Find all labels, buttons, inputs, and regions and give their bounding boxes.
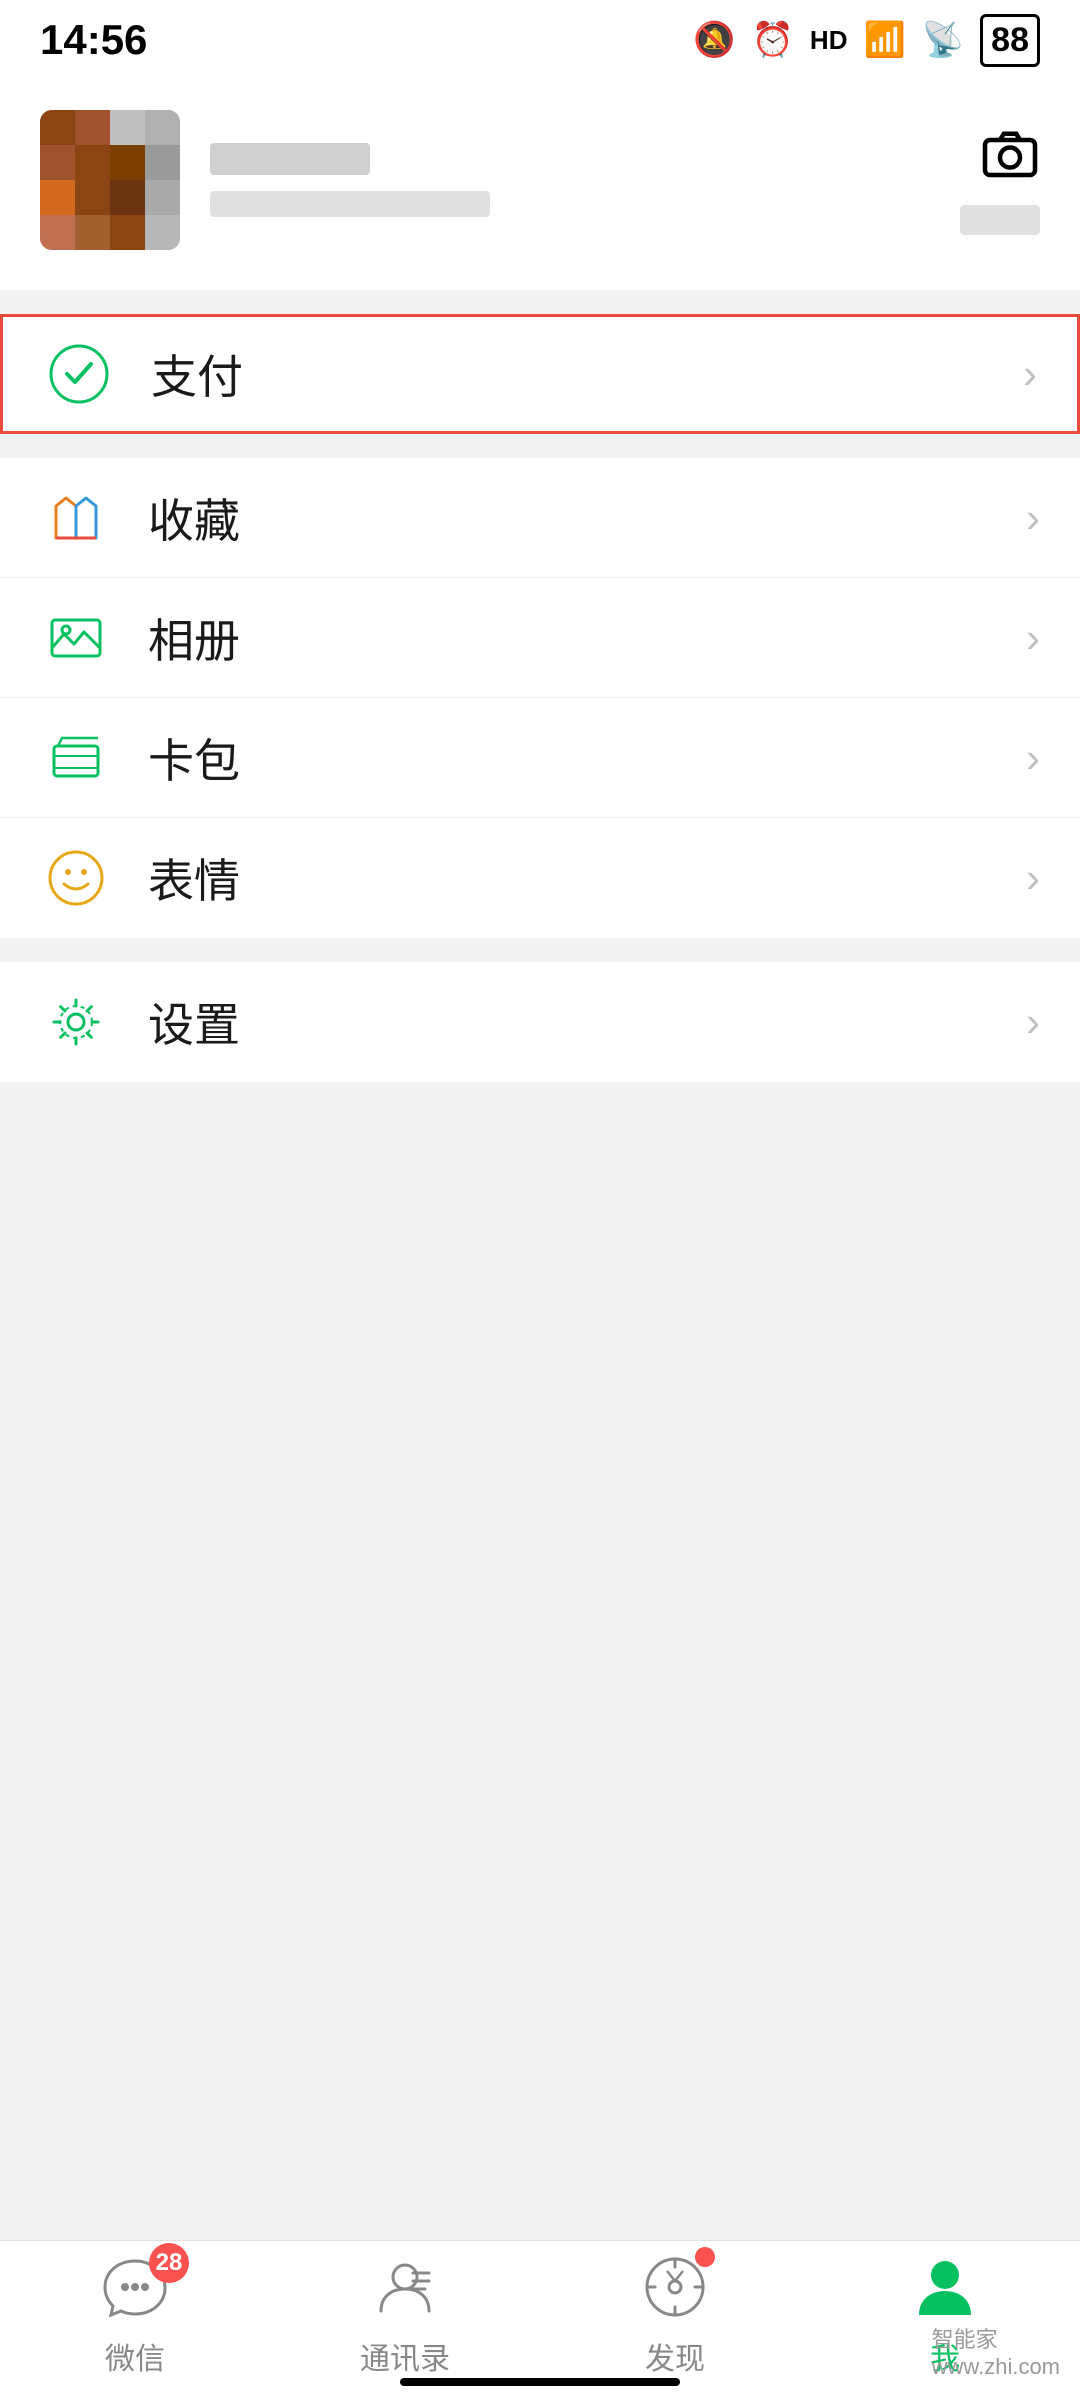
emoji-icon [40,842,112,914]
profile-info [210,143,490,217]
tab-item-wechat[interactable]: 28 微信 [0,2253,270,2388]
discover-icon-wrap [641,2253,709,2326]
wallet-label: 卡包 [148,725,1026,791]
menu-item-emoji[interactable]: 表情 › [0,818,1080,938]
tab-item-contacts[interactable]: 通讯录 [270,2253,540,2388]
wallet-chevron: › [1026,734,1040,782]
pay-chevron: › [1023,350,1037,398]
contacts-tab-label: 通讯录 [360,2334,450,2378]
home-indicator [400,2378,680,2386]
profile-name [210,143,370,175]
empty-area [0,1082,1080,1742]
emoji-label: 表情 [148,845,1026,911]
menu-section-main: 支付 › [0,314,1080,434]
alarm-icon: ⏰ [752,20,794,60]
profile-id [210,191,490,217]
tab-bar: 28 微信 通讯录 发现 [0,2240,1080,2400]
avatar [40,110,180,250]
favorites-icon [40,482,112,554]
settings-icon [40,986,112,1058]
signal-icon: 📶 [863,20,905,60]
me-icon-wrap [911,2253,979,2326]
settings-chevron: › [1026,998,1040,1046]
battery-indicator: 88 [980,14,1040,67]
profile-left [40,110,490,250]
emoji-chevron: › [1026,854,1040,902]
wifi-icon: 📡 [922,20,964,60]
menu-section-settings: 设置 › [0,962,1080,1082]
status-bar: 14:56 🔕 ⏰ HD 📶 📡 88 [0,0,1080,80]
status-time: 14:56 [40,16,147,64]
menu-item-pay[interactable]: 支付 › [0,314,1080,434]
hd-icon: HD [810,25,848,56]
section-divider-1 [0,290,1080,314]
wechat-badge: 28 [149,2243,189,2283]
discover-tab-label: 发现 [645,2334,705,2378]
tab-item-discover[interactable]: 发现 [540,2253,810,2388]
camera-icon[interactable] [980,125,1040,185]
settings-label: 设置 [148,989,1026,1055]
discover-dot-badge [695,2247,715,2267]
menu-section-tools: 收藏 › 相册 › 卡包 › [0,458,1080,938]
contacts-icon-wrap [371,2253,439,2326]
mute-icon: 🔕 [693,20,735,60]
album-label: 相册 [148,605,1026,671]
favorites-chevron: › [1026,494,1040,542]
menu-item-favorites[interactable]: 收藏 › [0,458,1080,578]
section-divider-2 [0,434,1080,458]
section-divider-3 [0,938,1080,962]
menu-item-settings[interactable]: 设置 › [0,962,1080,1082]
profile-area [0,80,1080,290]
wechat-icon-wrap: 28 [101,2253,169,2326]
profile-extra [960,205,1040,235]
favorites-label: 收藏 [148,485,1026,551]
status-icons: 🔕 ⏰ HD 📶 📡 88 [693,14,1040,67]
wechat-tab-label: 微信 [105,2334,165,2378]
wallet-icon [40,722,112,794]
menu-item-album[interactable]: 相册 › [0,578,1080,698]
menu-item-wallet[interactable]: 卡包 › [0,698,1080,818]
pay-icon [43,338,115,410]
album-icon [40,602,112,674]
album-chevron: › [1026,614,1040,662]
watermark: 智能家www.zhi.com [932,2322,1060,2380]
pay-label: 支付 [151,341,1023,407]
